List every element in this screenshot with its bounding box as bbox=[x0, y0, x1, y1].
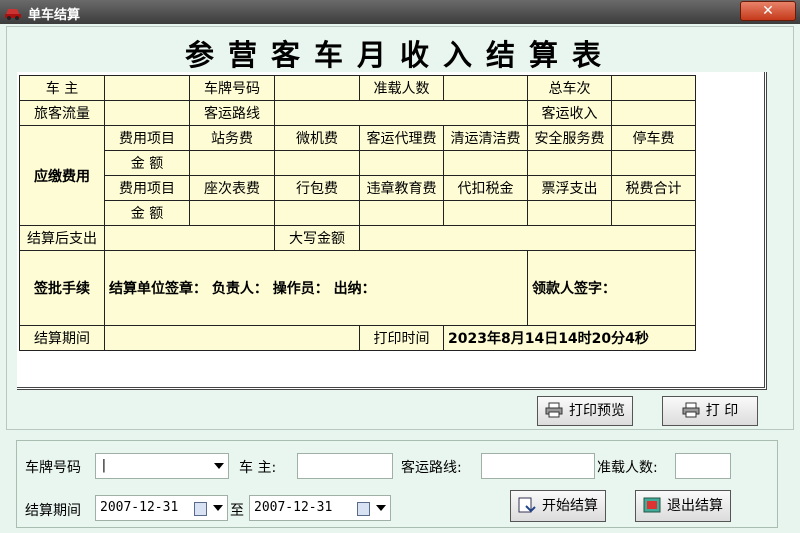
capacity-label: 准载人数: bbox=[597, 460, 658, 476]
capacity-input[interactable] bbox=[675, 453, 731, 479]
period-label: 结算期间 bbox=[19, 325, 105, 351]
after-expense-label: 结算后支出 bbox=[19, 225, 105, 251]
date-to-picker[interactable]: 2007-12-31 bbox=[249, 495, 391, 521]
fee-amount bbox=[611, 150, 696, 176]
owner-label: 车 主: bbox=[239, 460, 277, 476]
fee-item-label: 费用项目 bbox=[104, 125, 190, 151]
print-preview-button[interactable]: 打印预览 bbox=[537, 396, 633, 426]
capacity-value bbox=[443, 75, 528, 101]
window-title: 单车结算 bbox=[28, 8, 81, 23]
fee-amount bbox=[359, 150, 444, 176]
fee-header: 代扣税金 bbox=[443, 175, 528, 201]
payee-sign: 领款人签字： bbox=[527, 250, 696, 326]
fee-header: 座次表费 bbox=[189, 175, 275, 201]
total-trips-header: 总车次 bbox=[527, 75, 612, 101]
approval-text: 结算单位签章： 负责人： 操作员： 出纳： bbox=[104, 250, 528, 326]
date-from-value: 2007-12-31 bbox=[100, 500, 179, 515]
plate-label: 车牌号码 bbox=[25, 460, 81, 476]
start-label: 开始结算 bbox=[542, 498, 598, 514]
plate-header: 车牌号码 bbox=[189, 75, 275, 101]
approval-label: 签批手续 bbox=[19, 250, 105, 326]
owner-input[interactable] bbox=[297, 453, 393, 479]
start-settlement-button[interactable]: 开始结算 bbox=[510, 490, 606, 522]
amount-upper-value bbox=[359, 225, 696, 251]
period-value bbox=[104, 325, 360, 351]
fee-amount bbox=[189, 150, 275, 176]
print-time-value: 2023年8月14日14时20分4秒 bbox=[443, 325, 696, 351]
plate-value bbox=[274, 75, 360, 101]
to-label: 至 bbox=[230, 503, 244, 519]
printer-icon bbox=[545, 402, 563, 418]
calendar-icon[interactable] bbox=[194, 502, 207, 516]
plate-combo[interactable]: | bbox=[95, 453, 229, 479]
fee-amount bbox=[611, 200, 696, 226]
amount-label: 金 额 bbox=[104, 200, 190, 226]
fee-amount bbox=[443, 200, 528, 226]
owner-header: 车 主 bbox=[19, 75, 105, 101]
exit-icon bbox=[643, 497, 661, 513]
title-bar: 单车结算 ✕ bbox=[0, 0, 800, 24]
chevron-down-icon[interactable] bbox=[214, 463, 224, 469]
print-button[interactable]: 打 印 bbox=[662, 396, 758, 426]
fee-header: 行包费 bbox=[274, 175, 360, 201]
report-title: 参营客车月收入结算表 bbox=[184, 38, 615, 72]
calendar-icon[interactable] bbox=[357, 502, 370, 516]
fee-header: 清运清洁费 bbox=[443, 125, 528, 151]
chevron-down-icon[interactable] bbox=[376, 505, 386, 511]
fee-header: 站务费 bbox=[189, 125, 275, 151]
exit-label: 退出结算 bbox=[667, 498, 723, 514]
print-preview-label: 打印预览 bbox=[569, 403, 625, 419]
amount-label: 金 额 bbox=[104, 150, 190, 176]
date-from-picker[interactable]: 2007-12-31 bbox=[95, 495, 228, 521]
income-header: 客运收入 bbox=[527, 100, 612, 126]
car-icon bbox=[5, 9, 21, 20]
plate-combo-value: | bbox=[100, 458, 108, 473]
route-value bbox=[274, 100, 528, 126]
income-value bbox=[611, 100, 696, 126]
route-input[interactable] bbox=[481, 453, 595, 479]
capacity-header: 准载人数 bbox=[359, 75, 444, 101]
fee-header: 客运代理费 bbox=[359, 125, 444, 151]
date-to-value: 2007-12-31 bbox=[254, 500, 333, 515]
close-button[interactable]: ✕ bbox=[740, 1, 796, 21]
printer-icon bbox=[682, 402, 700, 418]
report-table: 车 主 车牌号码 准载人数 总车次 旅客流量 客运路线 客运收入 应缴费用 费用… bbox=[19, 75, 696, 351]
chevron-down-icon[interactable] bbox=[213, 505, 223, 511]
fee-header: 违章教育费 bbox=[359, 175, 444, 201]
amount-upper-label: 大写金额 bbox=[274, 225, 360, 251]
route-header: 客运路线 bbox=[189, 100, 275, 126]
fee-section-label: 应缴费用 bbox=[19, 125, 105, 226]
fee-amount bbox=[443, 150, 528, 176]
period-label: 结算期间 bbox=[25, 503, 81, 519]
exit-settlement-button[interactable]: 退出结算 bbox=[635, 490, 731, 522]
fee-amount bbox=[527, 200, 612, 226]
owner-value bbox=[104, 75, 190, 101]
passenger-flow-value bbox=[104, 100, 190, 126]
settle-icon bbox=[518, 497, 536, 513]
after-expense-value bbox=[104, 225, 275, 251]
fee-amount bbox=[359, 200, 444, 226]
fee-header: 安全服务费 bbox=[527, 125, 612, 151]
fee-header: 微机费 bbox=[274, 125, 360, 151]
fee-header: 票浮支出 bbox=[527, 175, 612, 201]
fee-amount bbox=[274, 200, 360, 226]
total-trips-value bbox=[611, 75, 696, 101]
fee-amount bbox=[189, 200, 275, 226]
fee-header: 税费合计 bbox=[611, 175, 696, 201]
print-label: 打 印 bbox=[705, 403, 739, 419]
fee-amount bbox=[274, 150, 360, 176]
fee-header: 停车费 bbox=[611, 125, 696, 151]
route-label: 客运路线: bbox=[401, 460, 462, 476]
passenger-flow-header: 旅客流量 bbox=[19, 100, 105, 126]
fee-amount bbox=[527, 150, 612, 176]
fee-item-label: 费用项目 bbox=[104, 175, 190, 201]
print-time-label: 打印时间 bbox=[359, 325, 444, 351]
